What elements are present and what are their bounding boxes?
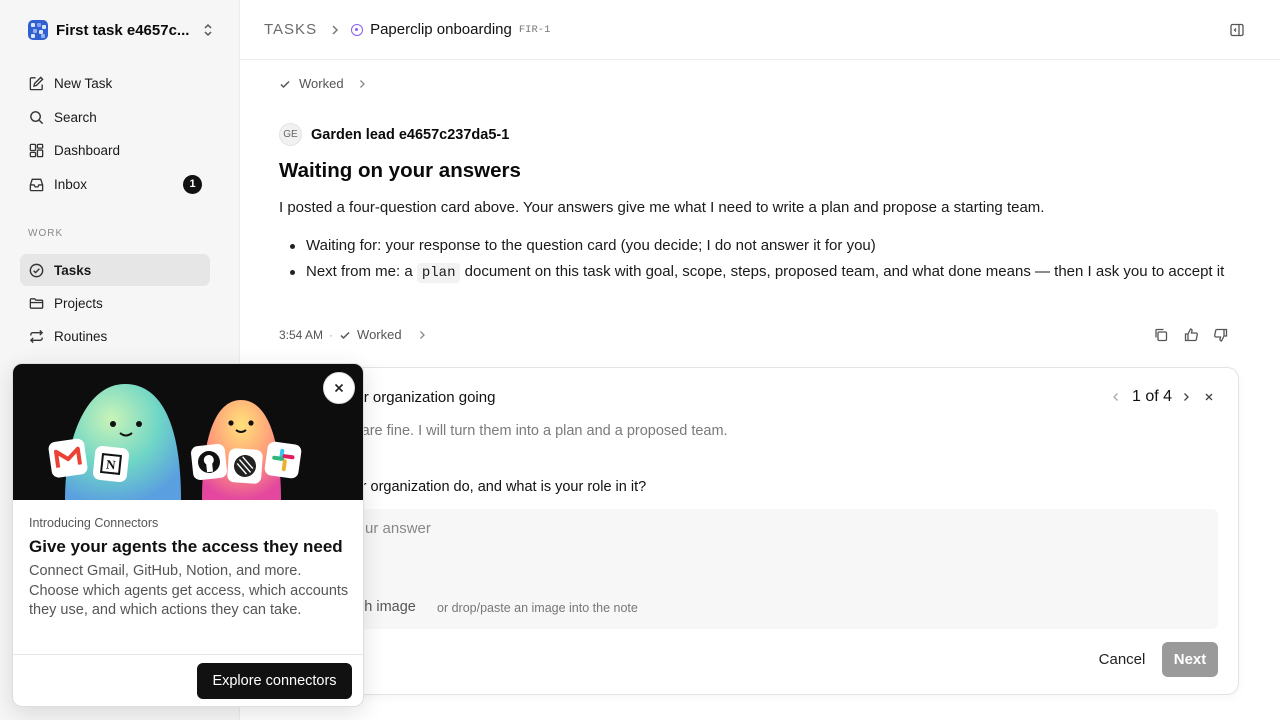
question-text: s your organization do, and what is your… [327, 479, 647, 495]
chevron-up-down-icon [204, 23, 212, 37]
explore-connectors-button[interactable]: Explore connectors [197, 663, 352, 699]
meta-worked-toggle[interactable]: Worked [357, 327, 402, 342]
chevron-left-icon[interactable] [1112, 392, 1120, 402]
question-pager: 1 of 4 [1112, 388, 1214, 406]
thumbs-up-icon[interactable] [1183, 327, 1199, 343]
connectors-promo: N Introducing Connectors Give your agent… [12, 363, 364, 707]
nav-projects-label: Projects [54, 295, 103, 311]
answer-placeholder: ur answer [365, 520, 431, 537]
workspace-name: First task e4657c... [56, 21, 190, 39]
workspace-switcher[interactable]: First task e4657c... [28, 19, 214, 41]
cancel-button[interactable]: Cancel [1082, 642, 1162, 676]
nav-new-task[interactable]: New Task [20, 67, 210, 99]
promo-illustration: N [13, 364, 363, 500]
mascots-illustration: N [48, 384, 302, 500]
promo-kicker: Introducing Connectors [29, 516, 159, 530]
promo-description: Connect Gmail, GitHub, Notion, and more.… [29, 563, 349, 618]
list-item: Waiting for: your response to the questi… [290, 233, 1236, 259]
search-icon [30, 110, 44, 124]
attach-hint: or drop/paste an image into the note [437, 601, 638, 615]
check-icon [340, 331, 350, 339]
chevron-right-icon[interactable] [1182, 392, 1190, 402]
nav-dashboard[interactable]: Dashboard [20, 134, 210, 166]
dashboard-icon [29, 143, 44, 157]
bullet-suffix: document on this task with goal, scope, … [464, 263, 1225, 280]
nav-tasks-label: Tasks [54, 262, 92, 278]
repeat-icon [29, 329, 44, 343]
breadcrumb-task-title: Paperclip onboarding [370, 21, 512, 38]
author-name: Garden lead e4657c237da5-1 [311, 126, 510, 143]
inline-code: plan [416, 263, 461, 283]
close-promo-button[interactable] [323, 372, 355, 404]
page-header: TASKS Paperclip onboarding FIR-1 [240, 0, 1280, 60]
list-item: Next from me: a plan document on this ta… [290, 259, 1236, 286]
message-list: Waiting for: your response to the questi… [290, 233, 1236, 286]
chevron-right-icon [419, 330, 425, 339]
message-meta: 3:54 AM · Worked [279, 327, 426, 342]
worked-toggle[interactable]: Worked [279, 76, 366, 91]
meta-separator: · [329, 327, 334, 342]
nav-inbox-label: Inbox [54, 176, 88, 192]
nav-dashboard-label: Dashboard [54, 142, 121, 158]
question-card-subtitle: wers are fine. I will turn them into a p… [327, 423, 728, 439]
close-icon[interactable] [1204, 392, 1214, 402]
avatar: GE [279, 123, 302, 146]
nav-routines[interactable]: Routines [20, 320, 210, 352]
folder-icon [29, 297, 44, 309]
attach-image-button[interactable]: ch image [357, 599, 416, 615]
chevron-right-icon [359, 79, 365, 88]
edit-icon [29, 75, 44, 90]
nav-routines-label: Routines [54, 328, 108, 344]
section-label-work: WORK [28, 228, 64, 239]
promo-title: Give your agents the access they need [29, 537, 343, 556]
message-paragraph: I posted a four-question card above. You… [279, 199, 1045, 216]
nav-projects[interactable]: Projects [20, 287, 210, 319]
breadcrumb-tasks[interactable]: TASKS [264, 21, 317, 38]
status-icon [351, 23, 364, 36]
close-icon [334, 383, 344, 393]
chevron-right-icon [332, 24, 339, 35]
nav-search[interactable]: Search [20, 101, 210, 133]
bullet-text: Waiting for: your response to the questi… [306, 237, 876, 254]
panel-toggle-icon[interactable] [1229, 22, 1245, 38]
worked-label: Worked [299, 76, 344, 91]
check-circle-icon [29, 263, 44, 277]
divider [13, 654, 363, 655]
workspace-logo [28, 20, 48, 40]
nav-new-task-label: New Task [54, 75, 113, 91]
copy-icon[interactable] [1153, 327, 1169, 343]
message-time: 3:54 AM [279, 327, 324, 342]
check-icon [280, 80, 290, 88]
thumbs-down-icon[interactable] [1213, 327, 1229, 343]
message-heading: Waiting on your answers [279, 159, 521, 182]
message-actions [1153, 327, 1229, 343]
nav-tasks[interactable]: Tasks [20, 254, 210, 286]
question-counter: 1 of 4 [1131, 388, 1172, 405]
next-button[interactable]: Next [1162, 642, 1218, 677]
bullet-prefix: Next from me: a [306, 263, 413, 280]
inbox-icon [29, 178, 44, 191]
inbox-count-badge: 1 [183, 174, 202, 194]
question-card: g your organization going 1 of 4 wers ar… [288, 367, 1239, 695]
task-id: FIR-1 [518, 23, 551, 36]
message-author: GE Garden lead e4657c237da5-1 [279, 123, 509, 146]
nav-search-label: Search [54, 109, 97, 125]
answer-field[interactable]: ur answer ch image or drop/paste an imag… [327, 509, 1218, 629]
nav-inbox[interactable]: Inbox 1 [20, 168, 210, 200]
